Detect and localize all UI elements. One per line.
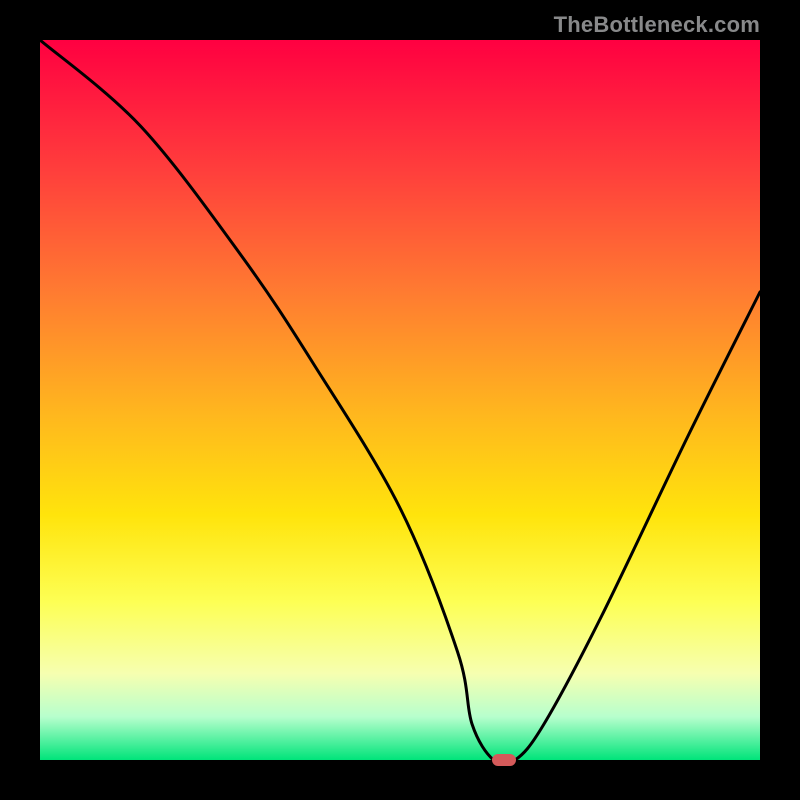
chart-frame: TheBottleneck.com [0, 0, 800, 800]
curve-path [40, 40, 760, 765]
bottleneck-curve [40, 40, 760, 760]
optimum-marker [492, 754, 516, 766]
plot-area [40, 40, 760, 760]
watermark-text: TheBottleneck.com [554, 12, 760, 38]
